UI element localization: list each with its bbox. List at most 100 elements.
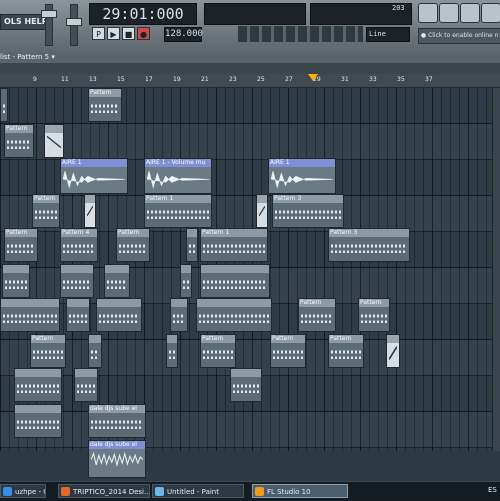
main-pitch-knob[interactable]	[66, 18, 82, 26]
clip-label: Pattern	[5, 125, 33, 133]
pattern-mode-button[interactable]: P	[92, 27, 105, 40]
automation-curve-icon	[259, 205, 265, 217]
tempo-display[interactable]: 128.000	[164, 27, 203, 42]
audio-clip-dale-djs[interactable]: dale djs sube el	[88, 440, 146, 478]
ruler-tick: 11	[61, 76, 69, 83]
automation-clip[interactable]	[256, 194, 268, 228]
clip-label: Pattern	[117, 229, 149, 237]
automation-clip[interactable]	[44, 124, 64, 158]
audio-clip-aire1[interactable]: AIRE 1	[60, 158, 128, 194]
pattern-clip-1[interactable]: Pattern 1	[200, 228, 268, 262]
track-lane	[0, 196, 500, 232]
pattern-clip[interactable]	[230, 368, 262, 402]
pattern-clip[interactable]	[196, 298, 272, 332]
stop-button[interactable]: ■	[122, 27, 135, 40]
pattern-clip[interactable]: Pattern	[270, 334, 306, 368]
language-indicator[interactable]: ES	[488, 486, 497, 494]
online-hint-bar[interactable]: ● Click to enable online n	[418, 28, 500, 44]
online-hint-text: Click to enable online n	[428, 32, 499, 39]
pattern-clip[interactable]: Pattern	[32, 194, 60, 228]
playlist-title-bar[interactable]: list - Pattern 5 ▾	[0, 52, 500, 63]
browser-icon[interactable]	[481, 3, 500, 23]
pattern-clip[interactable]	[96, 298, 142, 332]
browser-app-icon	[3, 487, 12, 496]
pattern-clip[interactable]	[14, 368, 62, 402]
main-toolbar: OLS HELP 29:01:000 P ▶ ■ ● 128.000 203 L…	[0, 0, 500, 52]
pattern-clip[interactable]	[170, 298, 188, 332]
track-lane	[0, 124, 500, 160]
vertical-scrollbar[interactable]	[492, 88, 500, 451]
ruler-tick: 25	[257, 76, 265, 83]
clip-label: Pattern	[271, 335, 305, 343]
audio-clip-aire1-volume[interactable]: AIRE 1 - Volume mu	[144, 158, 212, 194]
clip-label: dale djs sube el	[89, 405, 145, 413]
pattern-clip[interactable]	[186, 228, 198, 262]
pattern-clip[interactable]	[74, 368, 98, 402]
voice-counter: 203	[392, 4, 405, 12]
ruler-tick: 17	[145, 76, 153, 83]
step-sequencer-icon[interactable]	[439, 3, 459, 23]
clip-label: Pattern	[31, 335, 65, 343]
pattern-clip-4[interactable]: Pattern 4	[60, 228, 98, 262]
taskbar-item[interactable]: Untitled - Paint	[152, 484, 244, 498]
pattern-clip[interactable]	[88, 334, 102, 368]
automation-clip[interactable]	[84, 194, 96, 228]
clip-label: Pattern 1	[201, 229, 267, 237]
ruler-tick: 31	[341, 76, 349, 83]
pattern-clip[interactable]: Pattern	[30, 334, 66, 368]
pattern-clip[interactable]	[166, 334, 178, 368]
audio-clip-aire1[interactable]: AIRE 1	[268, 158, 336, 194]
pattern-clip[interactable]	[0, 88, 8, 122]
playhead-marker[interactable]	[308, 74, 318, 81]
playlist-tool-strip	[0, 63, 500, 74]
recording-options[interactable]	[238, 26, 363, 42]
waveform-icon	[63, 170, 125, 189]
pattern-clip[interactable]	[2, 264, 30, 298]
taskbar-item[interactable]: TRIPTICO_2014 Desi...	[58, 484, 150, 498]
pattern-clip[interactable]: Pattern	[116, 228, 150, 262]
pattern-clip[interactable]: Pattern	[4, 124, 34, 158]
pattern-clip[interactable]	[180, 264, 192, 298]
automation-curve-icon	[47, 135, 61, 149]
playlist-title: list - Pattern 5	[0, 53, 50, 61]
pattern-clip-3[interactable]: Pattern 3	[272, 194, 344, 228]
ruler-tick: 33	[369, 76, 377, 83]
record-button[interactable]: ●	[137, 27, 150, 40]
timeline-ruler[interactable]: 9 11 13 15 17 19 21 23 25 27 29 31 33 35…	[0, 74, 500, 88]
pattern-clip[interactable]: Pattern	[358, 298, 390, 332]
clip-label: Pattern	[33, 195, 59, 203]
taskbar-item[interactable]: uzhpe - G	[0, 484, 46, 498]
pattern-clip-1[interactable]: Pattern 1	[144, 194, 212, 228]
playlist-icon[interactable]	[418, 3, 438, 23]
pattern-clip[interactable]: dale djs sube el	[88, 404, 146, 438]
automation-curve-icon	[389, 346, 397, 360]
pattern-clip[interactable]: Pattern	[298, 298, 336, 332]
pattern-clip[interactable]: Pattern	[4, 228, 38, 262]
ruler-tick: 23	[229, 76, 237, 83]
clip-label: Pattern 3	[329, 229, 409, 237]
paint-app-icon	[155, 487, 164, 496]
pattern-clip[interactable]	[14, 404, 62, 438]
main-volume-knob[interactable]	[41, 10, 57, 18]
play-button[interactable]: ▶	[107, 27, 120, 40]
clip-label: Pattern	[299, 299, 335, 307]
song-time-display: 29:01:000	[89, 3, 197, 25]
ruler-tick: 13	[89, 76, 97, 83]
pattern-clip[interactable]	[0, 298, 60, 332]
pattern-clip-3[interactable]: Pattern 3	[328, 228, 410, 262]
pattern-clip[interactable]: Pattern	[200, 334, 236, 368]
pattern-clip[interactable]	[200, 264, 270, 298]
clip-label: AIRE 1	[269, 159, 335, 167]
clip-label: Pattern 4	[61, 229, 97, 237]
taskbar-item-active[interactable]: FL Studio 10	[252, 484, 348, 498]
automation-clip[interactable]	[386, 334, 400, 368]
piano-roll-icon[interactable]	[460, 3, 480, 23]
pattern-clip[interactable]	[66, 298, 90, 332]
ruler-tick: 19	[173, 76, 181, 83]
pattern-clip[interactable]	[60, 264, 94, 298]
chevron-down-icon[interactable]: ▾	[51, 53, 55, 61]
snap-mode-select[interactable]: Line	[366, 27, 410, 42]
pattern-clip[interactable]: Pattern	[88, 88, 122, 122]
pattern-clip[interactable]	[104, 264, 130, 298]
pattern-clip[interactable]: Pattern	[328, 334, 364, 368]
